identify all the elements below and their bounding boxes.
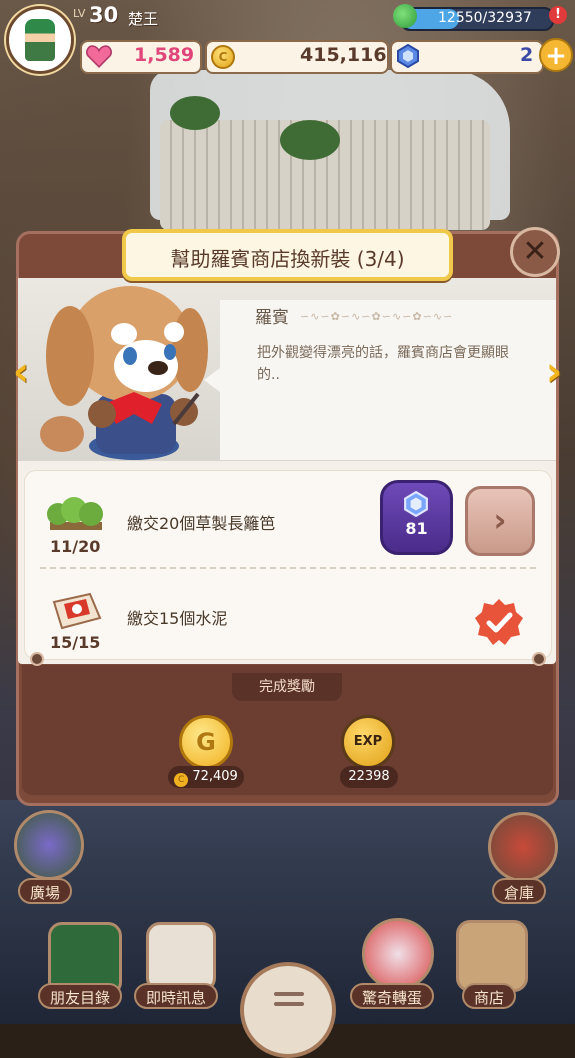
next-quest-arrow[interactable]: › [537,350,571,394]
gem-icon [397,44,419,68]
npc-name: 羅賓 [255,308,289,328]
player-level: 30 [89,3,119,27]
rewards-label: 完成獎勵 [232,673,342,701]
hearts-value: 1,589 [134,44,195,66]
nav-warehouse[interactable]: 倉庫 [492,878,547,904]
task-progress: 15/15 [50,633,101,652]
menu-line [274,1002,304,1006]
quest-title: 幫助羅賓商店換新裝 (3/4) [170,247,405,271]
messages-icon[interactable] [146,922,216,992]
robin-dog-character [40,286,208,460]
player-name: 楚王 [128,10,159,28]
task-description: 繳交20個草製長籬笆 [127,514,276,533]
nav-friends[interactable]: 朋友目錄 [38,983,123,1009]
gold-reward-icon: G [179,715,233,769]
bush [170,96,220,130]
completed-check-icon [475,599,523,645]
coins-value: 415,116 [300,44,387,66]
energy-text: 12550/32937 [438,10,532,26]
gold-reward-amount: C 72,409 [168,766,244,788]
prev-quest-arrow[interactable]: ‹ [4,350,38,394]
gem-complete-button[interactable]: 81 [380,480,453,555]
task-description: 繳交15個水泥 [127,609,228,628]
chain-pin [30,652,44,666]
plaza-icon[interactable] [14,810,84,880]
warehouse-icon[interactable] [488,812,558,882]
gacha-machine-icon[interactable] [362,918,434,990]
task-progress: 11/20 [50,537,101,556]
player-avatar[interactable] [6,6,74,74]
exp-reward-amount: 22398 [340,766,398,788]
coin-icon: C [211,45,235,69]
npc-dialogue: 把外觀變得漂亮的話，羅賓商店會更顯眼的.. [257,345,509,383]
close-button[interactable]: ✕ [510,227,560,277]
alert-icon[interactable]: ! [549,6,567,24]
nav-messages[interactable]: 即時訊息 [134,983,219,1009]
avatar-figure [25,19,55,61]
nav-gacha[interactable]: 驚奇轉蛋 [350,983,435,1009]
main-menu-button[interactable] [240,962,336,1058]
chain-pin [532,652,546,666]
level-label: LV [73,7,86,20]
quest-title-plate: 幫助羅賓商店換新裝 (3/4) [122,229,453,281]
ornament-divider: ∽∿∽✿∽∿∽✿∽∿∽✿∽∿∽ [300,310,454,322]
hedge-icon [47,497,103,530]
energy-drop-icon [393,4,417,28]
gem-icon [404,491,428,517]
exp-reward-icon: EXP [341,715,395,769]
gold-amount: 72,409 [192,769,238,784]
energy-bar[interactable]: 12550/32937 [400,7,554,31]
heart-icon [86,45,112,68]
bush [280,120,340,160]
shop-icon[interactable] [456,920,528,992]
task-divider [40,567,536,569]
nav-plaza[interactable]: 廣場 [18,878,73,904]
menu-line [274,992,304,996]
go-to-task-button[interactable]: › [465,486,535,556]
coin-icon: C [174,773,189,787]
gem-cost: 81 [405,519,428,538]
add-gems-button[interactable]: + [539,38,573,72]
gems-value: 2 [520,44,534,66]
cement-icon [52,592,102,630]
nav-shop[interactable]: 商店 [462,983,517,1009]
